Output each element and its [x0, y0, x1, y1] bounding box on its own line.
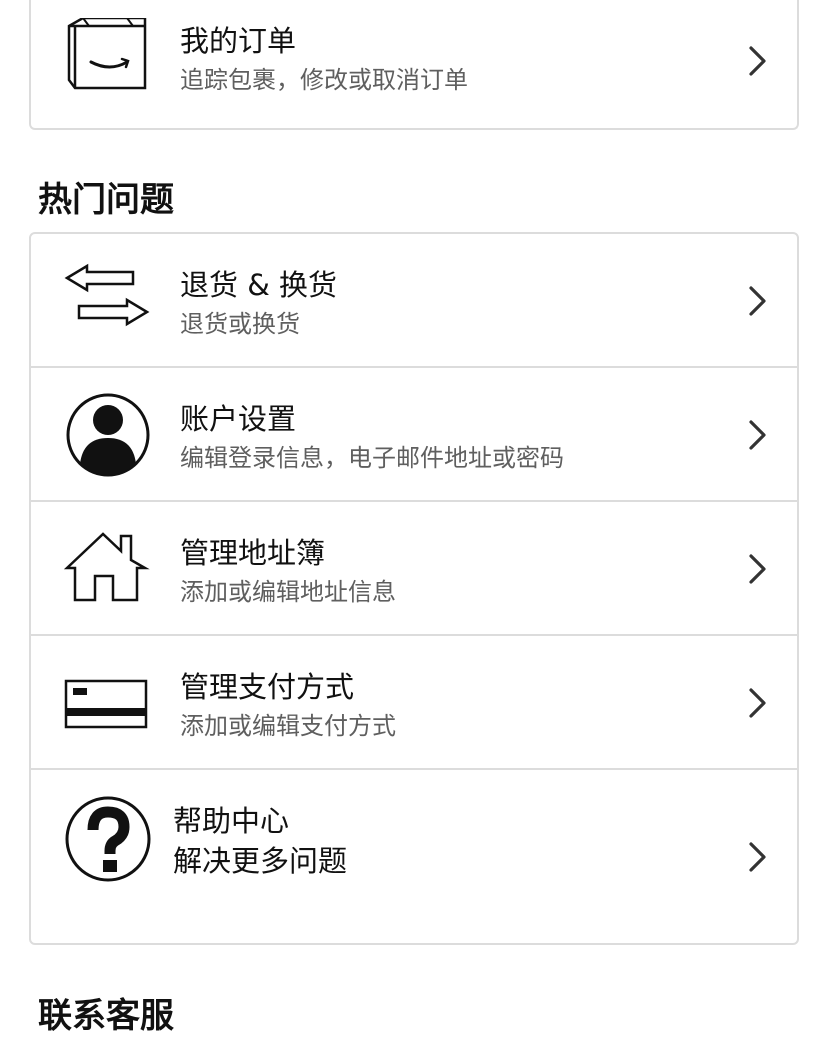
- user-account-icon: [63, 390, 153, 480]
- my-orders-row[interactable]: 我的订单 追踪包裹，修改或取消订单: [31, 0, 797, 130]
- chevron-right-icon: [747, 418, 769, 452]
- chevron-right-icon: [747, 44, 769, 78]
- address-book-row[interactable]: 管理地址簿 添加或编辑地址信息: [31, 502, 797, 636]
- chevron-right-icon: [747, 284, 769, 318]
- help-center-subtitle: 解决更多问题: [173, 844, 348, 878]
- chevron-right-icon: [747, 552, 769, 586]
- question-mark-icon: [63, 794, 153, 884]
- chevron-right-icon: [747, 840, 769, 874]
- popular-topics-heading: 热门问题: [38, 180, 174, 220]
- returns-title: 退货 & 换货: [180, 268, 338, 302]
- payment-methods-title: 管理支付方式: [180, 670, 355, 704]
- address-book-subtitle: 添加或编辑地址信息: [180, 578, 396, 606]
- payment-methods-row[interactable]: 管理支付方式 添加或编辑支付方式: [31, 636, 797, 770]
- chevron-right-icon: [747, 686, 769, 720]
- returns-subtitle: 退货或换货: [180, 310, 300, 338]
- account-settings-row[interactable]: 账户设置 编辑登录信息，电子邮件地址或密码: [31, 368, 797, 502]
- help-center-row[interactable]: 帮助中心 解决更多问题: [31, 770, 797, 943]
- account-settings-subtitle: 编辑登录信息，电子邮件地址或密码: [180, 444, 564, 472]
- account-settings-title: 账户设置: [180, 402, 297, 436]
- address-book-title: 管理地址簿: [180, 536, 326, 570]
- my-orders-subtitle: 追踪包裹，修改或取消订单: [180, 66, 468, 94]
- payment-methods-subtitle: 添加或编辑支付方式: [180, 712, 396, 740]
- my-orders-title: 我的订单: [180, 24, 297, 58]
- popular-topics-card: 退货 & 换货 退货或换货 账户设置 编辑登录信息，电子邮件地址或密码 管理地址…: [29, 232, 799, 945]
- exchange-arrows-icon: [63, 256, 153, 346]
- returns-row[interactable]: 退货 & 换货 退货或换货: [31, 234, 797, 368]
- contact-support-heading: 联系客服: [38, 996, 174, 1036]
- credit-card-icon: [63, 658, 153, 748]
- help-center-title: 帮助中心: [173, 804, 290, 838]
- package-icon: [63, 18, 153, 108]
- house-icon: [63, 524, 153, 614]
- orders-card: 我的订单 追踪包裹，修改或取消订单: [29, 0, 799, 130]
